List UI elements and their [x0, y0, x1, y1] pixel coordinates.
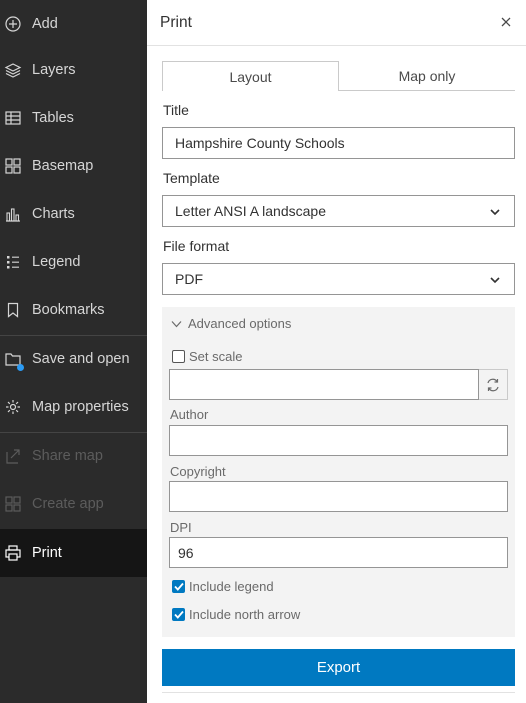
checkmark-icon	[173, 582, 184, 591]
sidebar-item-charts[interactable]: Charts	[0, 190, 147, 238]
sidebar-item-label: Map properties	[32, 399, 129, 415]
dpi-label: DPI	[170, 520, 192, 535]
legend-icon	[4, 253, 22, 271]
export-button[interactable]: Export	[162, 649, 515, 686]
gear-icon	[4, 398, 22, 416]
copyright-input[interactable]	[169, 481, 508, 512]
tab-layout[interactable]: Layout	[162, 61, 339, 91]
set-scale-label: Set scale	[189, 349, 243, 364]
sidebar-item-create-app: Create app	[0, 480, 147, 528]
sidebar-item-label: Bookmarks	[32, 302, 105, 318]
layers-icon	[4, 61, 22, 79]
table-icon	[4, 109, 22, 127]
chevron-down-icon	[171, 320, 182, 327]
sidebar-item-label: Share map	[32, 448, 103, 464]
author-input[interactable]	[169, 425, 508, 456]
copyright-label: Copyright	[170, 464, 226, 479]
bookmark-icon	[4, 301, 22, 319]
notification-dot	[17, 364, 24, 371]
author-label: Author	[170, 407, 209, 422]
tab-map-only[interactable]: Map only	[339, 61, 515, 91]
sidebar-item-label: Legend	[32, 254, 81, 270]
panel-header: Print	[147, 0, 526, 46]
sidebar-item-label: Print	[32, 545, 62, 561]
basemap-icon	[4, 157, 22, 175]
sidebar-item-tables[interactable]: Tables	[0, 94, 147, 142]
sidebar-item-bookmarks[interactable]: Bookmarks	[0, 286, 147, 334]
sidebar-item-layers[interactable]: Layers	[0, 46, 147, 94]
include-north-arrow-label: Include north arrow	[189, 607, 301, 622]
sidebar-item-label: Basemap	[32, 158, 94, 174]
chevron-down-icon	[490, 277, 500, 284]
dpi-input[interactable]: 96	[169, 537, 508, 568]
include-north-arrow-checkbox[interactable]	[172, 608, 185, 621]
set-scale-checkbox-row[interactable]: Set scale	[172, 349, 242, 364]
refresh-scale-button[interactable]	[479, 369, 508, 400]
sidebar-item-basemap[interactable]: Basemap	[0, 142, 147, 190]
scale-input[interactable]	[169, 369, 479, 400]
share-icon	[4, 447, 22, 465]
title-label: Title	[163, 102, 189, 118]
panel-title: Print	[160, 14, 192, 31]
include-legend-checkbox[interactable]	[172, 580, 185, 593]
file-format-select[interactable]: PDF	[162, 263, 515, 295]
template-select-value: Letter ANSI A landscape	[175, 203, 326, 219]
checkmark-icon	[173, 610, 184, 619]
sidebar-item-label: Add	[32, 16, 58, 32]
print-panel: Print Layout Map only Title Hampshire Co…	[147, 0, 526, 703]
panel-footer-divider	[162, 692, 515, 693]
sidebar-item-save-and-open[interactable]: Save and open	[0, 335, 147, 383]
advanced-options-section: Advanced options Set scale Author Copyri…	[162, 307, 515, 637]
sidebar-item-label: Layers	[32, 62, 76, 78]
sidebar-item-add[interactable]: Add	[0, 0, 147, 48]
close-button[interactable]	[498, 14, 514, 30]
advanced-options-label: Advanced options	[188, 316, 292, 331]
template-label: Template	[163, 170, 220, 186]
tab-bar: Layout Map only	[162, 61, 515, 91]
set-scale-checkbox[interactable]	[172, 350, 185, 363]
include-north-arrow-row[interactable]: Include north arrow	[172, 607, 300, 622]
sidebar-item-label: Tables	[32, 110, 74, 126]
sidebar-item-share-map: Share map	[0, 432, 147, 480]
chevron-down-icon	[490, 209, 500, 216]
title-input[interactable]: Hampshire County Schools	[162, 127, 515, 159]
sidebar: Add Layers Tables Basemap Charts Legend	[0, 0, 147, 703]
app-grid-icon	[4, 495, 22, 513]
printer-icon	[4, 544, 22, 562]
sidebar-item-label: Charts	[32, 206, 75, 222]
file-format-select-value: PDF	[175, 271, 203, 287]
template-select[interactable]: Letter ANSI A landscape	[162, 195, 515, 227]
file-format-label: File format	[163, 238, 230, 254]
sidebar-item-label: Create app	[32, 496, 104, 512]
sidebar-item-legend[interactable]: Legend	[0, 238, 147, 286]
sidebar-item-print[interactable]: Print	[0, 529, 147, 577]
include-legend-row[interactable]: Include legend	[172, 579, 274, 594]
advanced-options-toggle[interactable]: Advanced options	[171, 316, 291, 331]
refresh-icon	[487, 378, 499, 391]
sidebar-item-map-properties[interactable]: Map properties	[0, 383, 147, 431]
add-circle-icon	[4, 15, 22, 33]
include-legend-label: Include legend	[189, 579, 274, 594]
chart-icon	[4, 205, 22, 223]
sidebar-item-label: Save and open	[32, 351, 130, 367]
close-icon	[501, 17, 511, 27]
